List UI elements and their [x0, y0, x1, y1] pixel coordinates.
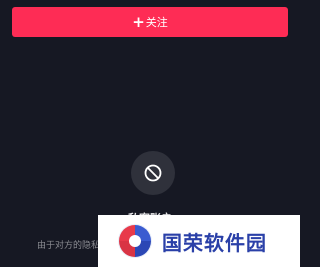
follow-button[interactable]: + 关注	[12, 7, 288, 37]
plus-icon: +	[132, 12, 145, 31]
watermark-text: 国荣软件园	[162, 230, 267, 255]
ban-icon	[131, 151, 175, 195]
follow-label: 关注	[145, 16, 168, 29]
watermark-logo	[118, 224, 152, 258]
watermark: 国荣软件园	[98, 215, 300, 267]
